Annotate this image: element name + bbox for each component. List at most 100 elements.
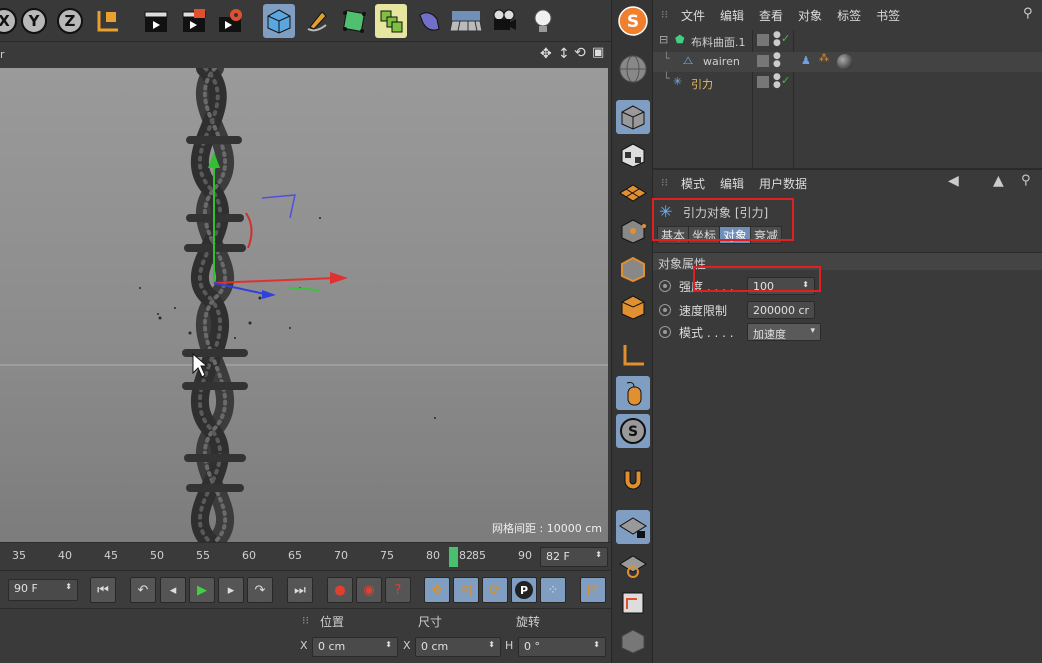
object-name[interactable]: wairen [703, 55, 740, 68]
move-view-icon[interactable]: ✥ [540, 46, 552, 62]
menu-file[interactable]: 文件 [681, 7, 705, 24]
object-row[interactable]: └ ✳ 引力 ● ● ✓ [653, 72, 1042, 94]
menu-user-data[interactable]: 用户数据 [759, 175, 807, 192]
record-rotation-button[interactable]: ⟳ [482, 577, 508, 603]
y-axis-lock-button[interactable]: Y [18, 4, 50, 38]
viewport-cube-button[interactable] [616, 624, 650, 658]
size-x-field[interactable]: 0 cm ⬍ [415, 637, 501, 657]
menu-edit[interactable]: 编辑 [720, 7, 744, 24]
cinema4d-logo-button[interactable]: S [616, 4, 650, 38]
menu-bookmarks[interactable]: 书签 [876, 7, 900, 24]
viewport-solo-button[interactable] [616, 586, 650, 620]
stepper-icon[interactable]: ⬍ [593, 640, 600, 649]
render-settings-button[interactable] [214, 4, 246, 38]
magnet-button[interactable] [616, 462, 650, 496]
object-row[interactable]: └ ⧍ wairen ● ● ♟ ⁂ [653, 52, 1042, 72]
deformer-button[interactable] [413, 4, 445, 38]
end-frame-field[interactable]: 90 F ⬍ [8, 579, 78, 601]
light-button[interactable] [527, 4, 559, 38]
rotate-view-icon[interactable]: ⟲ [574, 45, 586, 61]
floor-environment-button[interactable] [450, 4, 482, 38]
cloth-tag-icon[interactable]: ♟ [801, 54, 811, 67]
subdivision-surface-button[interactable] [338, 4, 370, 38]
play-button[interactable]: ▶ [189, 577, 215, 603]
polygons-mode-button[interactable] [616, 290, 650, 324]
mode-dropdown[interactable]: 加速度 ▾ [747, 323, 821, 341]
search-icon[interactable]: ⚲ [1023, 6, 1033, 21]
menu-mode[interactable]: 模式 [681, 175, 705, 192]
position-x-field[interactable]: 0 cm ⬍ [312, 637, 398, 657]
locked-workplane-button[interactable] [616, 510, 650, 544]
stepper-icon[interactable]: ⬍ [595, 550, 602, 559]
enabled-check-icon[interactable]: ✓ [781, 74, 790, 87]
record-pla-button[interactable]: ⁘ [540, 577, 566, 603]
visibility-dots-icon[interactable]: ● ● [773, 73, 781, 90]
model-mode-button[interactable] [616, 100, 650, 134]
animate-radio-icon[interactable] [659, 326, 671, 338]
material-ball-icon[interactable] [837, 54, 853, 70]
render-picture-viewer-button[interactable] [178, 4, 210, 38]
array-cloner-button[interactable] [375, 4, 407, 38]
collapse-icon[interactable]: ⊟ [659, 33, 668, 46]
viewport[interactable]: 网格间距 : 10000 cm [0, 68, 608, 542]
timeline-window-button[interactable]: ▤ [580, 577, 606, 603]
previous-key-button[interactable]: ↶ [130, 577, 156, 603]
layer-icon[interactable] [757, 76, 769, 88]
stepper-icon[interactable]: ⬍ [385, 640, 392, 649]
toggle-view-icon[interactable]: ▣ [592, 45, 604, 60]
stepper-icon[interactable]: ⬍ [488, 640, 495, 649]
visibility-dots-icon[interactable]: ● ● [773, 52, 781, 69]
visibility-dots-icon[interactable]: ● ● [773, 31, 781, 48]
timeline-ruler[interactable]: 35 40 45 50 55 60 65 70 75 80 85 90 82 82 F ⬍ [0, 542, 611, 570]
cube-object-button[interactable] [263, 4, 295, 38]
layer-icon[interactable] [757, 55, 769, 67]
planar-workplane-button[interactable] [616, 548, 650, 582]
rotation-h-field[interactable]: 0 ° ⬍ [518, 637, 606, 657]
snap-button[interactable]: S [616, 414, 650, 448]
go-to-end-button[interactable]: ⏭ [287, 577, 313, 603]
pen-spline-button[interactable] [300, 4, 332, 38]
points-mode-button[interactable] [616, 214, 650, 248]
edges-mode-button[interactable] [616, 252, 650, 286]
previous-frame-button[interactable]: ◂ [160, 577, 186, 603]
current-frame-field[interactable]: 82 F ⬍ [540, 547, 608, 567]
back-arrow-icon[interactable]: ◀ [948, 173, 959, 189]
object-name[interactable]: 引力 [691, 76, 713, 92]
velocity-limit-field[interactable]: 200000 cr [747, 301, 815, 319]
texture-mode-button[interactable] [616, 138, 650, 172]
coordinate-system-button[interactable] [92, 4, 124, 38]
go-to-start-button[interactable]: ⏮ [90, 577, 116, 603]
menu-edit[interactable]: 编辑 [720, 175, 744, 192]
record-button[interactable]: ● [327, 577, 353, 603]
axis-mode-button[interactable] [616, 338, 650, 372]
z-axis-lock-button[interactable]: Z [54, 4, 86, 38]
record-position-button[interactable]: ✥ [424, 577, 450, 603]
next-key-button[interactable]: ↷ [247, 577, 273, 603]
animate-radio-icon[interactable] [659, 304, 671, 316]
x-axis-lock-button[interactable]: X [0, 4, 20, 38]
menu-tags[interactable]: 标签 [837, 7, 861, 24]
zoom-view-icon[interactable]: ↕ [558, 46, 570, 62]
menu-view[interactable]: 查看 [759, 7, 783, 24]
keyframe-selection-button[interactable]: ? [385, 577, 411, 603]
enabled-check-icon[interactable]: ✓ [781, 32, 790, 45]
next-frame-button[interactable]: ▸ [218, 577, 244, 603]
object-name[interactable]: 布料曲面.1 [691, 34, 746, 50]
search-icon[interactable]: ⚲ [1021, 173, 1031, 188]
animate-radio-icon[interactable] [659, 280, 671, 292]
stepper-icon[interactable]: ⬍ [65, 582, 72, 591]
object-row[interactable]: ⊟ ⬟ 布料曲面.1 ● ● ✓ [653, 30, 1042, 52]
menu-objects[interactable]: 对象 [798, 7, 822, 24]
current-frame-marker[interactable] [449, 547, 458, 567]
sphere-layout-button[interactable] [616, 52, 650, 86]
autokey-button[interactable]: ◉ [356, 577, 382, 603]
record-parameter-button[interactable]: P [511, 577, 537, 603]
layer-icon[interactable] [757, 34, 769, 46]
tweak-mode-button[interactable] [616, 376, 650, 410]
material-tag-icon[interactable]: ⁂ [819, 53, 829, 64]
record-scale-button[interactable]: ◰ [453, 577, 479, 603]
pointer-up-icon[interactable]: ▲ [993, 173, 1004, 189]
render-view-button[interactable] [140, 4, 172, 38]
camera-button[interactable] [488, 4, 520, 38]
workplane-mode-button[interactable] [616, 176, 650, 210]
